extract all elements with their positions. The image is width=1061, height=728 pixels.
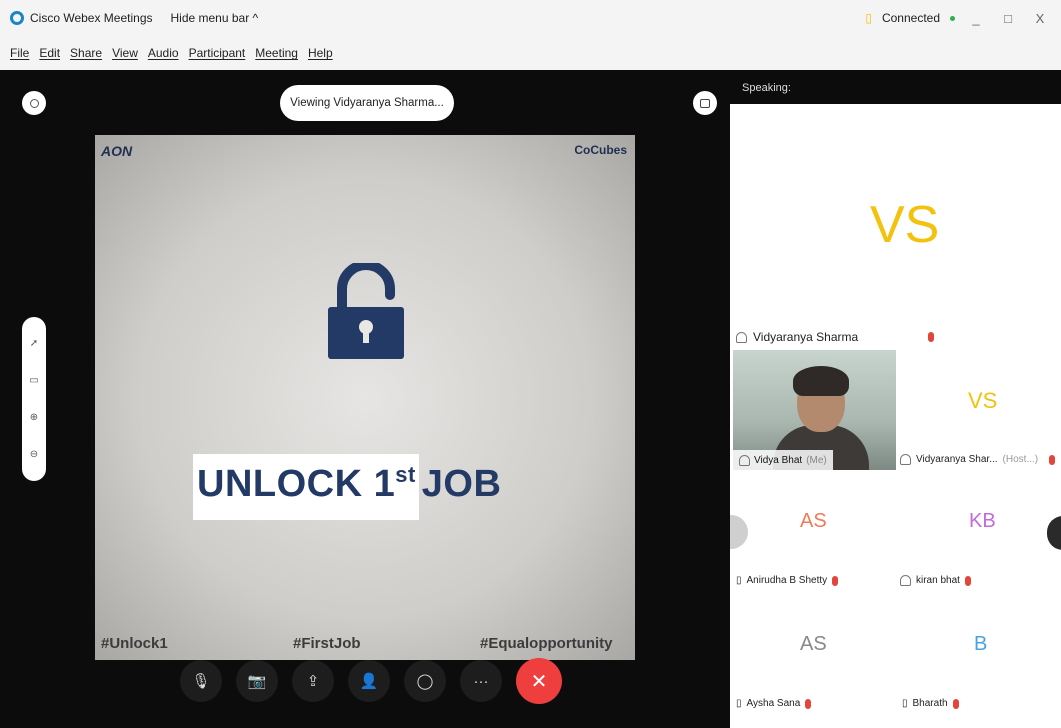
share-icon: ⇪: [306, 673, 320, 690]
menu-view[interactable]: View: [112, 46, 138, 60]
participant-panel: Speaking: VS Vidyaranya Sharma Vidya Bha…: [730, 70, 1061, 728]
phone-icon: ▯: [736, 575, 742, 586]
microphone-icon: [952, 698, 959, 709]
phone-icon: ▯: [902, 698, 908, 709]
minimize-button[interactable]: _: [965, 11, 987, 26]
brand-left: AON: [101, 143, 133, 159]
unlock-padlock-icon: [328, 263, 404, 359]
more-button[interactable]: ···: [460, 660, 502, 702]
shared-content: AON CoCubes UNLOCK 1st JOB #Unlock1 #Firs…: [95, 135, 635, 660]
microphone-icon: [928, 332, 935, 342]
menu-file[interactable]: File: [10, 46, 29, 60]
camera-person-hair: [793, 366, 849, 396]
menu-share[interactable]: Share: [70, 46, 102, 60]
mute-button[interactable]: 🎙: [180, 660, 222, 702]
speaking-label: Speaking:: [730, 70, 1061, 104]
tile-name-kiran[interactable]: kiran bhat: [900, 575, 971, 586]
microphone-muted-icon: 🎙: [191, 673, 211, 690]
maximize-button[interactable]: □: [997, 11, 1019, 26]
end-meeting-button[interactable]: ✕: [516, 658, 562, 704]
scroll-right-button[interactable]: [1047, 516, 1061, 550]
headline-main: UNLOCK 1: [197, 463, 396, 505]
active-speaker-name: Vidyaranya Sharma: [736, 330, 935, 344]
chat-icon: ◯: [416, 673, 434, 690]
hashtag-1: #Unlock1: [101, 635, 168, 652]
headline-sup: st: [395, 462, 416, 487]
scroll-left-button[interactable]: [730, 515, 748, 549]
zoom-out-icon[interactable]: ⊖: [30, 449, 38, 460]
app-title: Cisco Webex Meetings: [30, 11, 153, 25]
hide-menu-bar-button[interactable]: Hide menu bar ^: [171, 11, 259, 25]
headphones-icon: [900, 575, 911, 586]
headphones-icon: [900, 454, 911, 465]
headphones-icon: [739, 454, 750, 466]
video-tile-label: Vidya Bhat (Me): [733, 450, 833, 470]
tile-initials-host: VS: [968, 388, 998, 413]
tile-name: Aysha Sana: [746, 698, 801, 709]
participants-icon: 👤: [359, 673, 379, 690]
tile-name-aysha[interactable]: ▯ Aysha Sana: [736, 698, 812, 709]
microphone-icon: [964, 575, 971, 586]
close-icon: ✕: [530, 670, 548, 693]
camera-off-icon: 📷: [247, 673, 267, 690]
menu-participant[interactable]: Participant: [189, 46, 246, 60]
microphone-icon: [832, 575, 839, 586]
title-bar: Cisco Webex Meetings Hide menu bar ^ ▯ C…: [0, 0, 1061, 36]
more-icon: ···: [473, 672, 489, 690]
headline: UNLOCK 1st JOB: [197, 462, 501, 506]
menu-bar: File Edit Share View Audio Participant M…: [0, 36, 1061, 70]
tile-name: Vidyaranya Shar...: [916, 454, 998, 465]
headphones-icon: [736, 331, 747, 343]
tile-name: Bharath: [912, 698, 948, 709]
phone-icon: ▯: [736, 698, 742, 709]
connection-status: Connected: [881, 11, 940, 25]
active-speaker-initials: VS: [870, 196, 940, 254]
connection-icon: ▯: [865, 11, 872, 25]
eraser-icon[interactable]: ▭: [29, 375, 38, 386]
tile-name: Vidya Bhat: [754, 454, 803, 466]
close-window-button[interactable]: X: [1029, 11, 1051, 26]
menu-help[interactable]: Help: [308, 46, 333, 60]
tile-initials: AS: [800, 510, 827, 532]
circle-icon: [29, 98, 39, 108]
status-dot: [950, 15, 955, 21]
video-tile-self[interactable]: Vidya Bhat (Me): [733, 350, 896, 470]
webex-logo-icon: [10, 11, 24, 25]
tile-suffix: (Me): [806, 454, 827, 466]
meeting-controls: 🎙 📷 ⇪ 👤 ◯ ··· ✕: [180, 650, 562, 712]
tile-name: kiran bhat: [916, 575, 960, 586]
menu-audio[interactable]: Audio: [148, 46, 179, 60]
meeting-stage: Viewing Vidyaranya Sharma... AON CoCubes…: [0, 70, 730, 728]
pointer-icon[interactable]: ➚: [30, 338, 38, 349]
zoom-in-icon[interactable]: ⊕: [30, 412, 38, 423]
tile-initials: AS: [800, 633, 827, 655]
panel-toggle-button[interactable]: [693, 91, 717, 115]
participants-button[interactable]: 👤: [348, 660, 390, 702]
tile-initials: B: [974, 633, 988, 655]
share-button[interactable]: ⇪: [292, 660, 334, 702]
tile-name-bharath[interactable]: ▯ Bharath: [902, 698, 959, 709]
host-badge: (Host...): [1002, 454, 1039, 465]
tile-name-anirudha[interactable]: ▯ Anirudha B Shetty: [736, 575, 839, 586]
annotation-toolbar: ➚ ▭ ⊕ ⊖: [22, 317, 46, 481]
tile-initials: KB: [969, 510, 996, 532]
tile-name: Anirudha B Shetty: [746, 575, 828, 586]
microphone-icon: [805, 698, 812, 709]
headline-end: JOB: [421, 463, 502, 505]
active-speaker-label: Vidyaranya Sharma: [753, 330, 859, 344]
microphone-icon: [1049, 454, 1056, 465]
video-button[interactable]: 📷: [236, 660, 278, 702]
panel-icon: [700, 98, 710, 108]
menu-edit[interactable]: Edit: [39, 46, 60, 60]
layout-toggle-button[interactable]: [22, 91, 46, 115]
menu-meeting[interactable]: Meeting: [255, 46, 298, 60]
brand-right: CoCubes: [574, 143, 627, 157]
viewing-indicator[interactable]: Viewing Vidyaranya Sharma...: [280, 85, 454, 121]
chat-button[interactable]: ◯: [404, 660, 446, 702]
tile-name-host[interactable]: Vidyaranya Shar... (Host...): [900, 454, 1056, 465]
